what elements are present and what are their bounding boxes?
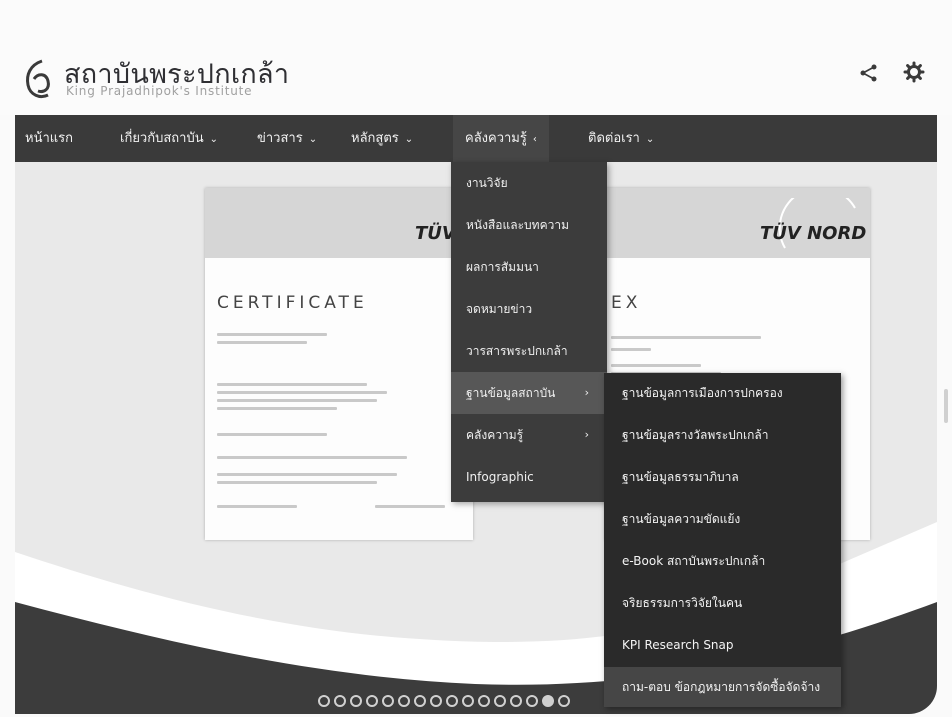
menu-item-database[interactable]: ฐานข้อมูลสถาบัน › [451, 372, 607, 414]
chevron-down-icon: ⌄ [308, 134, 318, 145]
menu-item-label: จดหมายข่าว [466, 302, 533, 316]
slider-dot[interactable] [382, 694, 394, 707]
submenu-item-governance[interactable]: ฐานข้อมูลธรรมาภิบาล [604, 457, 841, 497]
menu-item-label: ผลการสัมมนา [466, 260, 539, 274]
share-icon[interactable] [858, 62, 880, 84]
site-header: สถาบันพระปกเกล้า King Prajadhipok's Inst… [0, 0, 952, 115]
slider-dot-active[interactable] [542, 694, 554, 707]
submenu-item-label: ถาม-ตอบ ข้อกฎหมายการจัดซื้อจัดจ้าง [622, 680, 821, 694]
slider-dots [318, 690, 574, 710]
submenu-item-conflict[interactable]: ฐานข้อมูลความขัดแย้ง [604, 499, 841, 539]
gear-icon[interactable] [903, 61, 925, 83]
nav-news[interactable]: ข่าวสาร ⌄ [257, 115, 317, 162]
slider-dot[interactable] [334, 694, 346, 707]
nav-knowledge-label: คลังความรู้ [465, 131, 527, 146]
slider-dot[interactable] [478, 694, 490, 707]
nav-contact-label: ติดต่อเรา [588, 131, 640, 146]
chevron-down-icon: ⌄ [645, 134, 655, 145]
menu-item-infographic[interactable]: Infographic [451, 456, 607, 498]
chevron-right-icon: › [584, 386, 589, 399]
slider-dot[interactable] [430, 694, 442, 707]
nav-contact[interactable]: ติดต่อเรา ⌄ [588, 115, 654, 162]
slider-dot[interactable] [526, 694, 538, 707]
submenu-item-label: ฐานข้อมูลการเมืองการปกครอง [622, 386, 783, 400]
nav-courses[interactable]: หลักสูตร ⌄ [351, 115, 413, 162]
slider-dot[interactable] [462, 694, 474, 707]
site-subtitle: King Prajadhipok's Institute [66, 84, 253, 98]
nav-home-label: หน้าแรก [25, 131, 73, 146]
nav-about-label: เกี่ยวกับสถาบัน [120, 131, 204, 146]
submenu-item-label: KPI Research Snap [622, 638, 734, 652]
menu-item-journal[interactable]: วารสารพระปกเกล้า [451, 330, 607, 372]
slider-dot[interactable] [398, 694, 410, 707]
page: สถาบันพระปกเกล้า King Prajadhipok's Inst… [0, 0, 952, 717]
submenu-item-label: ฐานข้อมูลความขัดแย้ง [622, 512, 741, 526]
menu-item-seminars[interactable]: ผลการสัมมนา [451, 246, 607, 288]
submenu-item-award[interactable]: ฐานข้อมูลรางวัลพระปกเกล้า [604, 415, 841, 455]
menu-item-label: วารสารพระปกเกล้า [466, 344, 568, 358]
submenu-item-label: จริยธรรมการวิจัยในคน [622, 596, 743, 610]
knowledge-dropdown: งานวิจัย หนังสือและบทความ ผลการสัมมนา จด… [451, 162, 607, 502]
chevron-down-icon: ⌄ [209, 134, 218, 145]
logo-icon[interactable] [20, 55, 56, 103]
database-submenu: ฐานข้อมูลการเมืองการปกครอง ฐานข้อมูลรางว… [604, 373, 841, 707]
slider-dot[interactable] [366, 694, 378, 707]
slider-dot[interactable] [414, 694, 426, 707]
nav-about[interactable]: เกี่ยวกับสถาบัน ⌄ [120, 115, 218, 162]
slider-dot[interactable] [318, 694, 330, 707]
scroll-indicator[interactable] [944, 389, 948, 423]
main-nav: หน้าแรก เกี่ยวกับสถาบัน ⌄ ข่าวสาร ⌄ หลักสู… [15, 115, 937, 162]
menu-item-label: หนังสือและบทความ [466, 218, 569, 232]
menu-item-label: ฐานข้อมูลสถาบัน [466, 386, 556, 400]
menu-item-research[interactable]: งานวิจัย [451, 162, 607, 204]
menu-item-label: คลังความรู้ [466, 428, 524, 442]
menu-item-newsletter[interactable]: จดหมายข่าว [451, 288, 607, 330]
nav-courses-label: หลักสูตร [351, 131, 399, 146]
submenu-item-research-snap[interactable]: KPI Research Snap [604, 625, 841, 665]
chevron-left-icon: ‹ [532, 134, 537, 145]
nav-news-label: ข่าวสาร [257, 131, 303, 146]
submenu-item-procurement-qa[interactable]: ถาม-ตอบ ข้อกฎหมายการจัดซื้อจัดจ้าง [604, 667, 841, 707]
menu-item-books[interactable]: หนังสือและบทความ [451, 204, 607, 246]
slider-dot[interactable] [494, 694, 506, 707]
menu-item-knowledge[interactable]: คลังความรู้ › [451, 414, 607, 456]
nav-knowledge[interactable]: คลังความรู้ ‹ [453, 115, 549, 162]
submenu-item-label: e-Book สถาบันพระปกเกล้า [622, 554, 766, 568]
slider-dot[interactable] [558, 694, 570, 707]
menu-item-label: งานวิจัย [466, 176, 508, 190]
slider-dot[interactable] [446, 694, 458, 707]
submenu-item-ebook[interactable]: e-Book สถาบันพระปกเกล้า [604, 541, 841, 581]
slider-dot[interactable] [510, 694, 522, 707]
chevron-down-icon: ⌄ [404, 134, 414, 145]
slider-dot[interactable] [350, 694, 362, 707]
submenu-item-ethics[interactable]: จริยธรรมการวิจัยในคน [604, 583, 841, 623]
submenu-item-label: ฐานข้อมูลธรรมาภิบาล [622, 470, 739, 484]
nav-home[interactable]: หน้าแรก [25, 115, 73, 162]
chevron-right-icon: › [584, 428, 589, 441]
submenu-item-politics[interactable]: ฐานข้อมูลการเมืองการปกครอง [604, 373, 841, 413]
menu-item-label: Infographic [466, 470, 534, 484]
submenu-item-label: ฐานข้อมูลรางวัลพระปกเกล้า [622, 428, 769, 442]
